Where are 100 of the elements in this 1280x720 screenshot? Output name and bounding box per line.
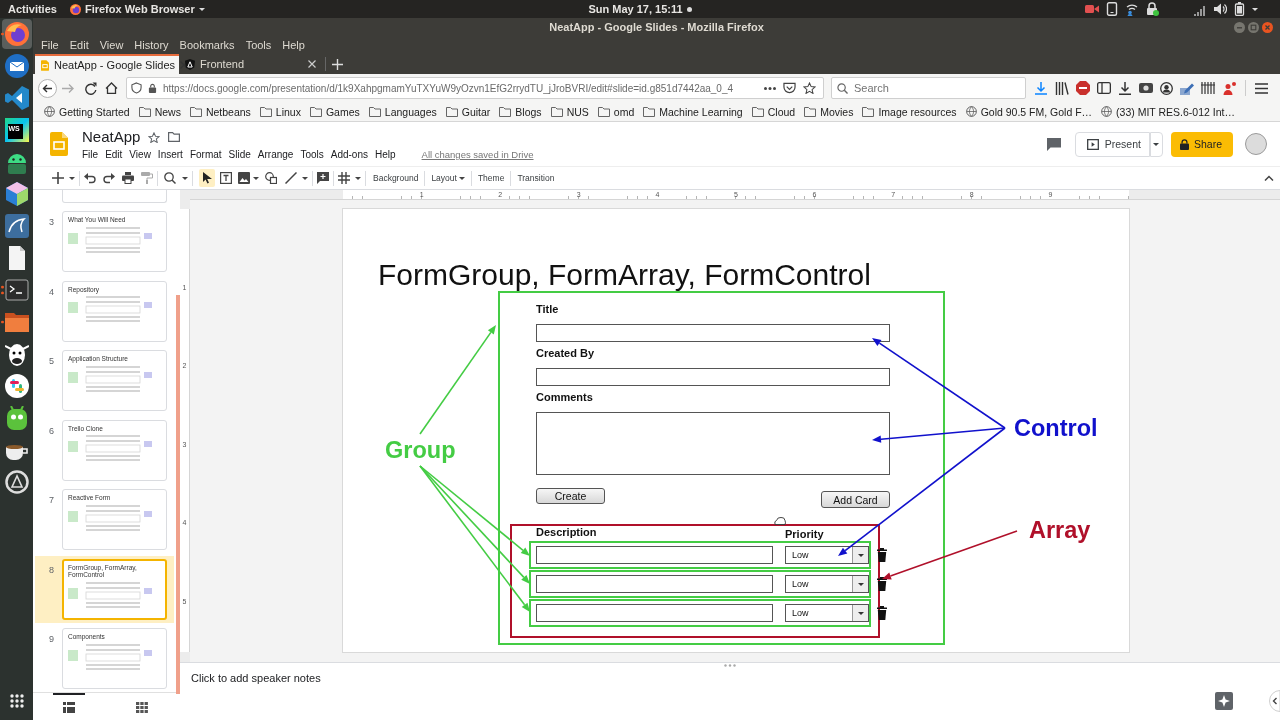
plus-icon[interactable] xyxy=(52,172,64,184)
menu-item[interactable]: View xyxy=(129,149,151,160)
bookmark[interactable]: omd xyxy=(597,105,635,118)
bookmark[interactable]: Image resources xyxy=(862,105,957,118)
database-app-icon[interactable] xyxy=(4,214,29,238)
bookmark[interactable]: News xyxy=(138,105,181,118)
menu-item[interactable]: File xyxy=(82,149,99,160)
menu-item[interactable]: Tools xyxy=(300,149,324,160)
minimize-icon[interactable] xyxy=(1234,21,1245,33)
toolbar-button[interactable]: Theme xyxy=(474,173,508,183)
trash-icon[interactable] xyxy=(877,548,887,562)
caret-down-icon[interactable] xyxy=(182,176,188,180)
lock-icon[interactable] xyxy=(148,83,157,93)
chevron-left-icon[interactable] xyxy=(1268,690,1280,712)
share-button[interactable]: Share xyxy=(1170,131,1233,157)
select-tool-button[interactable] xyxy=(199,169,215,187)
cube-app-icon[interactable] xyxy=(4,182,29,206)
menu-item[interactable]: Format xyxy=(189,149,222,160)
scrollbar-thumb[interactable] xyxy=(176,295,180,694)
menu-item[interactable]: Edit xyxy=(69,39,89,51)
caret-down-icon[interactable] xyxy=(355,176,361,180)
camera-icon[interactable] xyxy=(1139,83,1153,93)
menu-item[interactable]: Help xyxy=(282,39,305,51)
video-camera-icon[interactable] xyxy=(1085,3,1099,15)
bookmark[interactable]: Machine Learning xyxy=(643,105,743,118)
slide-thumbnail[interactable] xyxy=(62,190,167,203)
text-box-icon[interactable] xyxy=(220,172,232,184)
toolbar-button[interactable]: Background xyxy=(370,173,422,183)
pocket-icon[interactable] xyxy=(783,82,796,94)
comment-icon[interactable] xyxy=(1046,137,1061,151)
print-icon[interactable] xyxy=(122,172,134,184)
update-app-icon[interactable] xyxy=(4,470,29,494)
bookmark[interactable]: Getting Started xyxy=(44,105,130,118)
lock-icon[interactable] xyxy=(1146,2,1159,16)
input-field[interactable] xyxy=(536,575,773,593)
sparkle-icon[interactable] xyxy=(1215,692,1233,710)
bookmark[interactable]: Blogs xyxy=(499,105,542,118)
line-icon[interactable] xyxy=(285,172,297,184)
reload-icon[interactable] xyxy=(84,81,97,95)
star-icon[interactable] xyxy=(803,82,816,94)
robot-app-icon[interactable] xyxy=(4,406,29,430)
menu-item[interactable]: Arrange xyxy=(257,149,294,160)
drag-handle-icon[interactable] xyxy=(724,664,736,667)
priority-select[interactable]: Low xyxy=(785,546,869,564)
input-field[interactable] xyxy=(536,324,890,342)
speaker-notes-field[interactable]: Click to add speaker notes xyxy=(191,668,591,688)
app-grid-icon[interactable] xyxy=(9,694,24,708)
menu-item[interactable]: Help xyxy=(375,149,396,160)
add-comment-icon[interactable] xyxy=(317,172,329,184)
terminal-app-icon[interactable] xyxy=(4,278,29,302)
add-card-button[interactable]: Add Card xyxy=(821,491,890,508)
browser-tab[interactable]: Frontend xyxy=(179,54,323,74)
image-icon[interactable] xyxy=(238,172,250,184)
bookmark[interactable]: Guitar xyxy=(445,105,491,118)
account-icon[interactable] xyxy=(1160,81,1173,95)
caret-down-icon[interactable] xyxy=(69,176,75,180)
stop-sign-icon[interactable] xyxy=(1076,81,1090,95)
shape-icon[interactable] xyxy=(265,172,277,184)
star-icon[interactable] xyxy=(148,131,161,143)
present-options-button[interactable] xyxy=(1149,131,1163,157)
save-status-link[interactable]: All changes saved in Drive xyxy=(421,149,534,160)
app-menu-button[interactable]: Firefox Web Browser xyxy=(69,3,205,15)
address-bar[interactable]: https://docs.google.com/presentation/d/1k9XahpgmamYuTXYuW9yOzvn1EfG2rrydTU_jJroBVRI/edit#slide=id.g851d7442aa_0_4 xyxy=(126,77,824,99)
textarea-field[interactable] xyxy=(536,412,890,475)
code-editor-app-icon[interactable] xyxy=(4,86,29,110)
document-title[interactable]: NeatApp xyxy=(82,128,141,146)
create-button[interactable]: Create xyxy=(536,488,605,504)
activities-button[interactable]: Activities xyxy=(8,3,57,15)
priority-select[interactable]: Low xyxy=(785,575,869,593)
cow-app-icon[interactable] xyxy=(4,342,29,366)
menu-item[interactable]: Insert xyxy=(157,149,183,160)
menu-item[interactable]: Add-ons xyxy=(330,149,368,160)
present-button[interactable]: Present xyxy=(1074,131,1150,157)
tablet-icon[interactable] xyxy=(1106,2,1118,16)
folder-icon[interactable] xyxy=(168,132,181,142)
menu-item[interactable]: Bookmarks xyxy=(179,39,235,51)
wifi-icon[interactable] xyxy=(1125,2,1139,16)
caret-down-icon[interactable] xyxy=(1252,7,1258,11)
priority-select[interactable]: Low xyxy=(785,604,869,622)
caret-up-icon[interactable] xyxy=(1264,175,1274,181)
toolbar-button[interactable]: Layout xyxy=(428,173,468,183)
maximize-icon[interactable] xyxy=(1248,21,1259,33)
bookmark[interactable]: Cloud xyxy=(751,105,796,118)
menu-item[interactable]: View xyxy=(99,39,124,51)
mail-app-icon[interactable] xyxy=(4,54,29,78)
input-field[interactable] xyxy=(536,604,773,622)
person-icon[interactable] xyxy=(1222,81,1236,95)
redo-icon[interactable] xyxy=(103,172,115,184)
search-field[interactable]: Search xyxy=(831,77,1026,99)
menu-item[interactable]: Tools xyxy=(245,39,272,51)
undo-icon[interactable] xyxy=(84,172,96,184)
bookmark[interactable]: Languages xyxy=(368,105,437,118)
input-field[interactable] xyxy=(536,368,890,386)
more-icon[interactable] xyxy=(764,86,776,90)
caret-down-icon[interactable] xyxy=(253,176,259,180)
bookmark[interactable]: Netbeans xyxy=(189,105,251,118)
menu-item[interactable]: Edit xyxy=(105,149,123,160)
volume-icon[interactable] xyxy=(1213,2,1227,16)
clock[interactable]: Sun May 17, 15:11 xyxy=(588,3,683,15)
bookmark[interactable]: NUS xyxy=(550,105,589,118)
